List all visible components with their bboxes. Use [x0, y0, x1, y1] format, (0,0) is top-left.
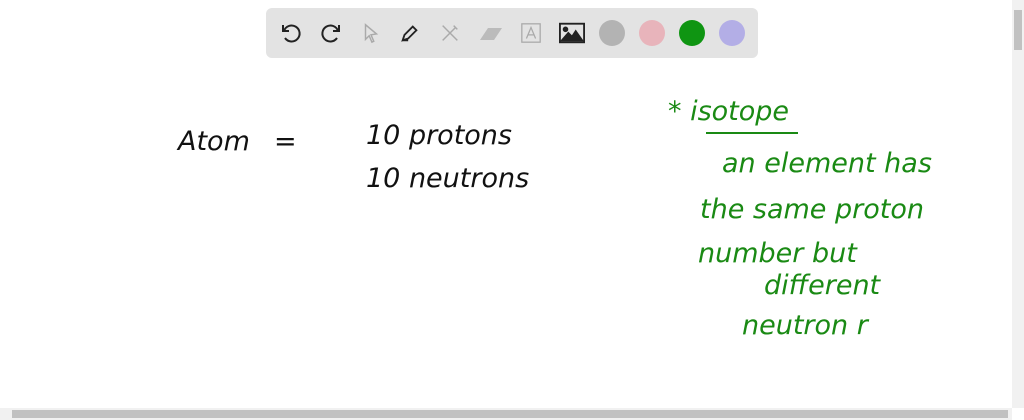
note-line: neutron r	[742, 310, 868, 341]
neutrons-line: 10 neutrons	[366, 163, 530, 194]
color-gray[interactable]	[599, 20, 625, 46]
image-icon[interactable]	[559, 20, 585, 46]
color-pink[interactable]	[639, 20, 665, 46]
color-green[interactable]	[679, 20, 705, 46]
select-icon[interactable]	[358, 20, 384, 46]
horizontal-scroll-thumb[interactable]	[12, 410, 1008, 418]
tools-icon[interactable]	[437, 20, 463, 46]
undo-icon[interactable]	[278, 20, 304, 46]
isotope-heading: * isotope	[668, 96, 790, 127]
note-line: different	[764, 270, 881, 301]
note-line: number but	[698, 238, 857, 269]
protons-line: 10 protons	[366, 120, 512, 151]
toolbar	[266, 8, 758, 58]
redo-icon[interactable]	[318, 20, 344, 46]
color-lavender[interactable]	[719, 20, 745, 46]
pen-icon[interactable]	[397, 20, 423, 46]
note-line: the same proton	[700, 194, 924, 225]
vertical-scroll-thumb[interactable]	[1014, 10, 1022, 50]
atom-label: Atom	[178, 126, 250, 157]
equals-sign: =	[274, 126, 297, 157]
horizontal-scrollbar[interactable]	[0, 408, 1012, 420]
text-icon[interactable]	[518, 20, 544, 46]
eraser-icon[interactable]	[478, 20, 504, 46]
vertical-scrollbar[interactable]	[1012, 0, 1024, 408]
note-line: an element has	[722, 148, 932, 179]
heading-underline	[706, 132, 798, 134]
